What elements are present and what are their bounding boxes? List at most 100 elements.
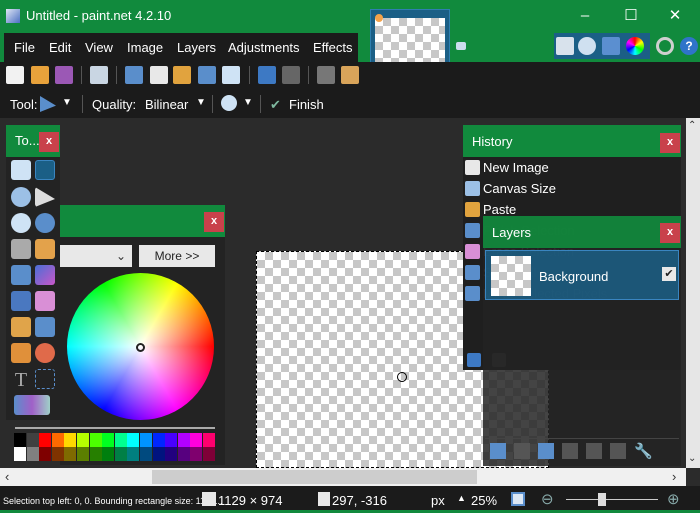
- palette-swatch[interactable]: [102, 447, 115, 461]
- palette-swatch[interactable]: [177, 447, 190, 461]
- settings-icon[interactable]: [656, 37, 674, 55]
- zoom-in-icon[interactable]: ⊕: [667, 490, 680, 508]
- eraser-tool[interactable]: [35, 291, 55, 311]
- chevron-down-icon[interactable]: ▼: [196, 97, 206, 108]
- crop-icon[interactable]: [198, 66, 216, 84]
- copy-icon[interactable]: [150, 66, 168, 84]
- deselect-icon[interactable]: [222, 66, 240, 84]
- color-picker-tool[interactable]: [35, 317, 55, 337]
- units-dropdown-icon[interactable]: ▲: [457, 493, 466, 503]
- palette-swatch[interactable]: [190, 433, 203, 447]
- palette-swatch[interactable]: [127, 447, 140, 461]
- menu-edit[interactable]: Edit: [49, 40, 71, 55]
- thumbnail-dropdown-icon[interactable]: [456, 42, 466, 50]
- color-mode-dropdown[interactable]: ⌄: [60, 245, 132, 267]
- antialias-icon[interactable]: [221, 95, 237, 111]
- color-wheel-cursor[interactable]: [136, 343, 145, 352]
- vertical-scrollbar[interactable]: ⌃ ⌄: [686, 118, 700, 468]
- close-button[interactable]: ✕: [660, 6, 690, 26]
- help-icon[interactable]: ?: [680, 37, 698, 55]
- redo-icon[interactable]: [282, 66, 300, 84]
- zoom-level[interactable]: 25%: [471, 493, 497, 508]
- layer-row-background[interactable]: Background ✔: [485, 250, 679, 300]
- tools-icon[interactable]: [556, 37, 574, 55]
- colors-icon[interactable]: [626, 37, 644, 55]
- lasso-select-tool[interactable]: [11, 187, 31, 207]
- palette-swatch[interactable]: [89, 433, 102, 447]
- palette-swatch[interactable]: [203, 447, 215, 461]
- palette-swatch[interactable]: [203, 433, 215, 447]
- move-selected-pixels-tool[interactable]: [35, 187, 55, 207]
- menu-adjustments[interactable]: Adjustments: [228, 40, 300, 55]
- layer-visibility-checkbox[interactable]: ✔: [662, 267, 676, 281]
- duplicate-layer-icon[interactable]: [538, 443, 554, 459]
- palette-swatch[interactable]: [51, 447, 64, 461]
- scroll-up-icon[interactable]: ⌃: [688, 120, 696, 131]
- horizontal-scrollbar[interactable]: ‹ ›: [0, 468, 686, 486]
- add-layer-icon[interactable]: [490, 443, 506, 459]
- paste-icon[interactable]: [173, 66, 191, 84]
- scroll-right-icon[interactable]: ›: [672, 469, 676, 484]
- recolor-tool[interactable]: [35, 343, 55, 363]
- palette-swatch[interactable]: [64, 433, 77, 447]
- history-close-button[interactable]: x: [660, 133, 680, 153]
- undo-icon[interactable]: [258, 66, 276, 84]
- pan-tool[interactable]: [35, 239, 55, 259]
- palette-swatch[interactable]: [114, 447, 127, 461]
- zoom-slider[interactable]: [566, 499, 658, 500]
- ruler-icon[interactable]: [341, 66, 359, 84]
- palette-swatch[interactable]: [102, 433, 115, 447]
- paintbrush-tool[interactable]: [11, 291, 31, 311]
- paint-bucket-tool[interactable]: [11, 265, 31, 285]
- palette-swatch[interactable]: [14, 433, 26, 447]
- open-icon[interactable]: [31, 66, 49, 84]
- clone-stamp-tool[interactable]: [11, 343, 31, 363]
- move-layer-down-icon[interactable]: [610, 443, 626, 459]
- palette-swatch[interactable]: [114, 433, 127, 447]
- palette-swatch[interactable]: [190, 447, 203, 461]
- tool-dropdown-icon[interactable]: ▼: [62, 97, 72, 108]
- cut-icon[interactable]: [125, 66, 143, 84]
- chevron-down-icon[interactable]: ▼: [243, 97, 253, 108]
- zoom-to-window-icon[interactable]: [511, 492, 525, 506]
- quality-dropdown[interactable]: Bilinear: [145, 97, 188, 112]
- scroll-left-icon[interactable]: ‹: [5, 469, 9, 484]
- tools-close-button[interactable]: x: [39, 132, 59, 152]
- more-button[interactable]: More >>: [139, 245, 215, 267]
- palette-swatch[interactable]: [165, 447, 178, 461]
- move-handle-icon[interactable]: [397, 372, 407, 382]
- menu-view[interactable]: View: [85, 40, 113, 55]
- layers-close-button[interactable]: x: [660, 223, 680, 243]
- history-icon[interactable]: [578, 37, 596, 55]
- menu-effects[interactable]: Effects: [313, 40, 353, 55]
- palette-swatch[interactable]: [140, 433, 152, 447]
- palette-swatch[interactable]: [152, 433, 165, 447]
- palette-swatch[interactable]: [127, 433, 140, 447]
- colors-close-button[interactable]: x: [204, 212, 224, 232]
- print-icon[interactable]: [90, 66, 108, 84]
- menu-image[interactable]: Image: [127, 40, 163, 55]
- palette-swatch[interactable]: [64, 447, 77, 461]
- menu-layers[interactable]: Layers: [177, 40, 216, 55]
- ellipse-select-tool[interactable]: [11, 213, 31, 233]
- gradient-tool[interactable]: [35, 265, 55, 285]
- magic-wand-tool[interactable]: [11, 239, 31, 259]
- history-item[interactable]: Canvas Size: [483, 181, 556, 196]
- finish-button[interactable]: Finish: [289, 97, 324, 112]
- line-curve-tool[interactable]: [35, 369, 55, 389]
- scroll-thumb[interactable]: [152, 470, 477, 484]
- palette-swatch[interactable]: [152, 447, 165, 461]
- move-layer-up-icon[interactable]: [586, 443, 602, 459]
- scroll-down-icon[interactable]: ⌄: [688, 453, 696, 464]
- zoom-slider-thumb[interactable]: [598, 493, 606, 506]
- maximize-button[interactable]: ☐: [616, 6, 646, 26]
- palette-swatch[interactable]: [77, 433, 89, 447]
- move-selection-tool[interactable]: [35, 160, 55, 180]
- menu-file[interactable]: File: [14, 40, 35, 55]
- history-item[interactable]: New Image: [483, 160, 549, 175]
- zoom-out-icon[interactable]: ⊖: [541, 490, 554, 508]
- units-selector[interactable]: px: [431, 493, 445, 508]
- save-icon[interactable]: [55, 66, 73, 84]
- palette-swatch[interactable]: [26, 433, 39, 447]
- pencil-tool[interactable]: [11, 317, 31, 337]
